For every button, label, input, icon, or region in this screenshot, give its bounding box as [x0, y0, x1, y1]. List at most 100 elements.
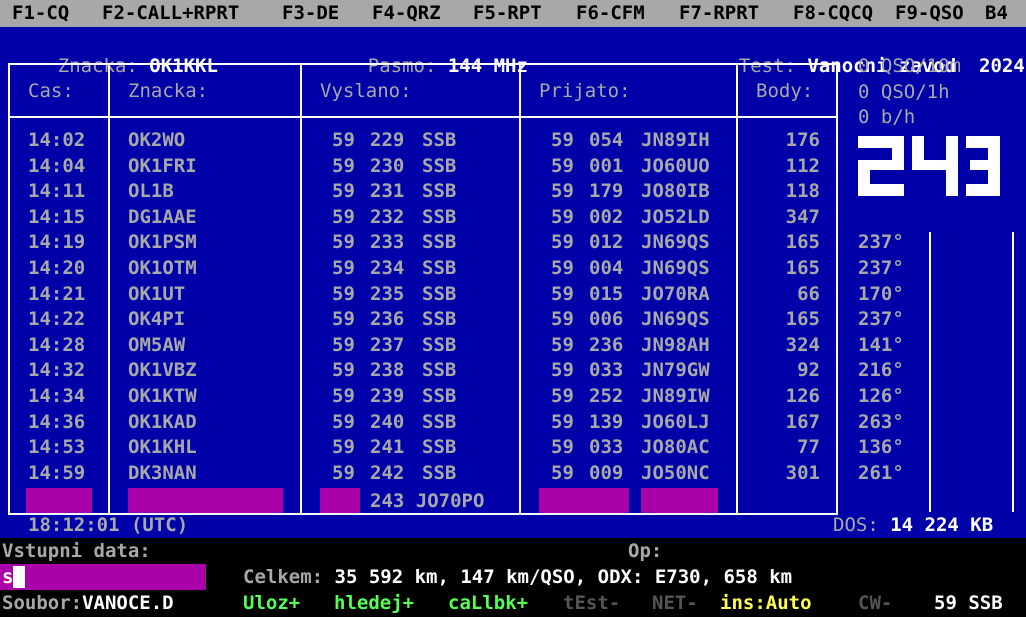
qso-nr-sent: 237: [370, 334, 405, 356]
qso-rst-received: 59: [551, 359, 574, 381]
search-toggle[interactable]: hledej+: [334, 590, 414, 616]
dos-label: DOS:: [833, 514, 879, 536]
operator-label: Op:: [628, 540, 663, 562]
distance-stats: Celkem: 35 592 km, 147 km/QSO, ODX: E730…: [243, 564, 792, 590]
qso-nr-sent: 230: [370, 155, 405, 177]
qso-locator: JO70RA: [641, 283, 710, 305]
qso-locator: JN89IW: [641, 385, 710, 407]
azimuth-divider: [1012, 232, 1014, 512]
edit-call-field[interactable]: [128, 488, 283, 514]
table-top-border: [8, 63, 838, 65]
input-panel: Vstupni data: Op: s Celkem: 35 592 km, 1…: [0, 538, 1026, 617]
qso-nr-sent: 233: [370, 231, 405, 253]
rate-qso-10m: 0 QSO/10m: [858, 55, 961, 77]
callbook-toggle[interactable]: caLlbk+: [448, 590, 528, 616]
serial-digit: [912, 136, 958, 196]
qso-rst-sent: 59: [332, 385, 355, 407]
function-key-bar: F1-CQ F2-CALL+RPRT F3-DE F4-QRZ F5-RPT F…: [0, 0, 1026, 27]
test-toggle[interactable]: tEst-: [563, 590, 620, 616]
qso-points: 165: [785, 257, 820, 279]
fkey-f9[interactable]: F9-QSO: [895, 0, 964, 27]
qso-mode: SSB: [422, 462, 457, 484]
input-label: Vstupni data:: [2, 540, 151, 562]
input-value: s: [2, 566, 14, 588]
utc-clock: 18:12:01 (UTC): [28, 514, 189, 536]
fkey-f2[interactable]: F2-CALL+RPRT: [102, 0, 239, 27]
qso-nr-received: 002: [589, 206, 624, 228]
fkey-b4[interactable]: B4: [985, 0, 1008, 27]
qso-nr-sent: 235: [370, 283, 405, 305]
qso-mode: SSB: [422, 283, 457, 305]
qso-rst-sent: 59: [332, 231, 355, 253]
qso-rst-received: 59: [551, 155, 574, 177]
text-cursor: [13, 566, 25, 588]
fkey-f6[interactable]: F6-CFM: [576, 0, 645, 27]
save-toggle[interactable]: Uloz+: [243, 590, 300, 616]
qso-nr-sent: 231: [370, 180, 405, 202]
fkey-f1[interactable]: F1-CQ: [12, 0, 69, 27]
band-value: 144 MHz: [447, 55, 528, 77]
qso-time: 14:36: [28, 411, 86, 433]
qso-rst-received: 59: [551, 180, 574, 202]
qso-callsign: OK1UT: [128, 283, 186, 305]
fkey-f7[interactable]: F7-RPRT: [679, 0, 759, 27]
file-label: Soubor:: [2, 592, 83, 614]
qso-rst-sent: 59: [332, 257, 355, 279]
input-field[interactable]: s: [0, 564, 206, 590]
qso-time: 14:02: [28, 129, 86, 151]
test-label: Test:: [738, 55, 796, 77]
qso-mode: SSB: [422, 257, 457, 279]
qso-azimuth: 216°: [858, 359, 904, 381]
fkey-f8[interactable]: F8-CQCQ: [793, 0, 873, 27]
column-divider: [108, 63, 110, 513]
stats-value: 35 592 km, 147 km/QSO, ODX: E730, 658 km: [334, 566, 793, 588]
qso-nr-sent: 240: [370, 411, 405, 433]
file-name: VANOCE.D: [82, 592, 174, 614]
qso-mode: SSB: [422, 155, 457, 177]
report-mode: 59 SSB: [934, 592, 1003, 614]
qso-nr-received: 236: [589, 334, 624, 356]
qso-locator: JN69QS: [641, 308, 710, 330]
edit-rst-sent-field[interactable]: [320, 488, 360, 514]
header-call: Znacka:: [128, 80, 209, 102]
net-toggle[interactable]: NET-: [652, 590, 698, 616]
qso-mode: SSB: [422, 385, 457, 407]
qso-points: 301: [785, 462, 820, 484]
qso-azimuth: 126°: [858, 385, 904, 407]
band-label: Pasmo:: [367, 55, 437, 77]
cw-toggle[interactable]: CW-: [858, 590, 892, 616]
qso-rst-sent: 59: [332, 180, 355, 202]
qso-rst-received: 59: [551, 257, 574, 279]
qso-nr-received: 139: [589, 411, 624, 433]
qso-points: 165: [785, 308, 820, 330]
qso-rst-sent: 59: [332, 462, 355, 484]
qso-locator: JO60LJ: [641, 411, 710, 433]
qso-time: 14:28: [28, 334, 86, 356]
rate-points-hour: 0 b/h: [858, 106, 916, 128]
qso-points: 165: [785, 231, 820, 253]
edit-time-field[interactable]: [26, 488, 92, 514]
qso-rst-received: 59: [551, 462, 574, 484]
insert-mode-toggle[interactable]: ins:Auto: [720, 590, 812, 616]
edit-rst-received-field[interactable]: [539, 488, 629, 514]
fkey-f4[interactable]: F4-QRZ: [372, 0, 441, 27]
qso-nr-sent: 232: [370, 206, 405, 228]
edit-received-exchange-field[interactable]: [641, 488, 718, 514]
qso-locator: JN69QS: [641, 257, 710, 279]
qso-rst-received: 59: [551, 231, 574, 253]
fkey-f5[interactable]: F5-RPT: [473, 0, 542, 27]
qso-time: 14:15: [28, 206, 86, 228]
qso-rst-received: 59: [551, 385, 574, 407]
qso-points: 347: [785, 206, 820, 228]
qso-locator: JN69QS: [641, 231, 710, 253]
qso-rst-sent: 59: [332, 411, 355, 433]
qso-nr-received: 001: [589, 155, 624, 177]
edit-sent-exchange[interactable]: 243 JO70PO: [370, 488, 484, 514]
qso-callsign: OM5AW: [128, 334, 186, 356]
qso-callsign: OK1OTM: [128, 257, 197, 279]
qso-time: 14:59: [28, 462, 86, 484]
qso-callsign: OK2WO: [128, 129, 186, 151]
fkey-f3[interactable]: F3-DE: [282, 0, 339, 27]
qso-points: 77: [797, 436, 820, 458]
qso-rst-sent: 59: [332, 308, 355, 330]
